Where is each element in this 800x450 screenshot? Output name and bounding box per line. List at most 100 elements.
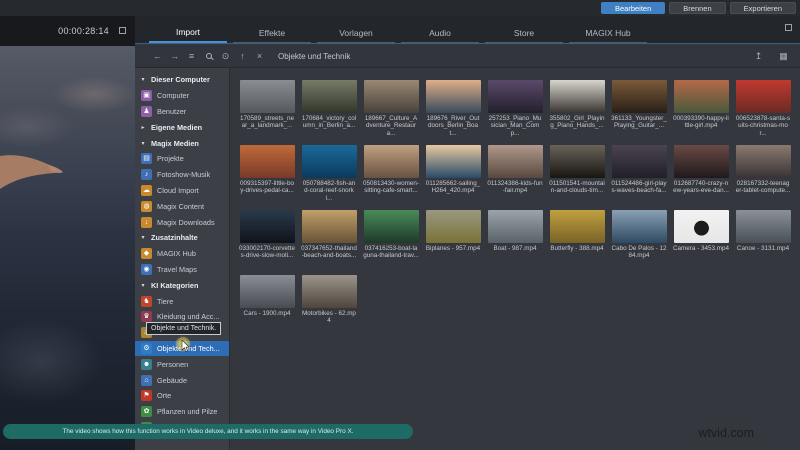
media-thumbnail[interactable] bbox=[301, 145, 357, 178]
media-thumbnail[interactable] bbox=[363, 145, 419, 178]
media-thumbnail[interactable] bbox=[425, 80, 481, 113]
media-thumbnail[interactable] bbox=[673, 145, 729, 178]
import-icon[interactable]: ↥ bbox=[750, 51, 767, 62]
tree-item-geb-ude[interactable]: ⌂ Gebäude bbox=[135, 372, 229, 388]
tab-effekte[interactable]: Effekte bbox=[233, 28, 311, 43]
tree-item-cloud-import[interactable]: ☁ Cloud Import bbox=[135, 183, 229, 199]
brennen-button[interactable]: Brennen bbox=[669, 2, 726, 14]
media-thumbnail[interactable] bbox=[239, 80, 295, 113]
media-thumbnail[interactable] bbox=[673, 210, 729, 243]
tree-item-tiere[interactable]: ♞ Tiere bbox=[135, 293, 229, 309]
search-icon[interactable] bbox=[200, 51, 217, 61]
media-filename: 011324386-kids-fun-fair.mp4 bbox=[487, 180, 543, 195]
media-item[interactable]: Camera - 3453.mp4 bbox=[670, 210, 732, 275]
tree-item-computer[interactable]: ▣ Computer bbox=[135, 88, 229, 104]
tab-vorlagen[interactable]: Vorlagen bbox=[317, 28, 395, 43]
tab-store[interactable]: Store bbox=[485, 28, 563, 43]
media-item[interactable]: 257253_Piano_Musician_Man_Comp... bbox=[484, 80, 546, 145]
grid-view-icon[interactable]: ▦ bbox=[775, 51, 792, 62]
media-thumbnail[interactable] bbox=[301, 275, 357, 308]
media-item[interactable]: Cabo De Palos - 1284.mp4 bbox=[608, 210, 670, 275]
media-item[interactable]: 006523878-santa-suits-christmas-mor... bbox=[732, 80, 794, 145]
media-item[interactable]: 050813430-women-sitting-cafe-smart... bbox=[360, 145, 422, 210]
media-thumbnail[interactable] bbox=[487, 210, 543, 243]
media-item[interactable]: 000393390-happy-little-girl.mp4 bbox=[670, 80, 732, 145]
tree-header-zusatzinhalte[interactable]: ▾ Zusatzinhalte bbox=[135, 230, 229, 246]
media-item[interactable]: Cars - 1900.mp4 bbox=[236, 275, 298, 340]
media-thumbnail[interactable] bbox=[425, 210, 481, 243]
media-item[interactable]: Canoe - 3131.mp4 bbox=[732, 210, 794, 275]
tree-item-benutzer[interactable]: ♟ Benutzer bbox=[135, 104, 229, 120]
media-thumbnail[interactable] bbox=[487, 145, 543, 178]
tree-header-ki-kategorien[interactable]: ▾ KI Kategorien bbox=[135, 277, 229, 293]
tree-item-pflanzen-und-pilze[interactable]: ✿ Pflanzen und Pilze bbox=[135, 404, 229, 420]
media-thumbnail[interactable] bbox=[363, 80, 419, 113]
media-thumbnail[interactable] bbox=[673, 80, 729, 113]
media-item[interactable]: 011524486-girl-plays-waves-beach-fa... bbox=[608, 145, 670, 210]
media-thumbnail[interactable] bbox=[425, 145, 481, 178]
close-icon[interactable]: × bbox=[251, 51, 268, 61]
tab-audio[interactable]: Audio bbox=[401, 28, 479, 43]
tree-item-magix-hub[interactable]: ◆ MAGIX Hub bbox=[135, 246, 229, 262]
tree-item-projekte[interactable]: ▤ Projekte bbox=[135, 151, 229, 167]
media-thumbnail[interactable] bbox=[735, 210, 791, 243]
media-item[interactable]: 189676_River_Outdoors_Berlin_Boat... bbox=[422, 80, 484, 145]
media-thumbnail[interactable] bbox=[549, 145, 605, 178]
media-item[interactable]: Motorbikes - 62.mp4 bbox=[298, 275, 360, 340]
media-item[interactable]: 170684_victory_column_in_Berlin_a... bbox=[298, 80, 360, 145]
tree-header-dieser-computer[interactable]: ▾ Dieser Computer bbox=[135, 72, 229, 88]
objects-icon: ⚙ bbox=[141, 342, 152, 354]
bearbeiten-button[interactable]: Bearbeiten bbox=[601, 2, 666, 14]
stop-icon[interactable] bbox=[119, 27, 126, 34]
media-item[interactable]: 037347652-thailand-beach-and-boats... bbox=[298, 210, 360, 275]
up-icon[interactable]: ↑ bbox=[234, 51, 251, 61]
media-thumbnail[interactable] bbox=[487, 80, 543, 113]
media-item[interactable]: 170589_streets_near_a_landmark_... bbox=[236, 80, 298, 145]
media-item[interactable]: 012687740-crazy-new-years-eve-dan... bbox=[670, 145, 732, 210]
options-icon[interactable]: ⊙ bbox=[217, 51, 234, 62]
media-item[interactable]: 189667_Culture_Adventure_Restaura... bbox=[360, 80, 422, 145]
undock-window-icon[interactable] bbox=[785, 24, 792, 31]
tab-magix-hub[interactable]: MAGIX Hub bbox=[569, 28, 647, 43]
back-icon[interactable]: ← bbox=[149, 51, 166, 61]
media-item[interactable]: 011285662-sailing_H264_420.mp4 bbox=[422, 145, 484, 210]
tree-item-magix-content[interactable]: ◍ Magix Content bbox=[135, 198, 229, 214]
media-thumbnail[interactable] bbox=[301, 80, 357, 113]
tree-header-eigene-medien[interactable]: ▸ Eigene Medien bbox=[135, 119, 229, 135]
tree-header-magix-medien[interactable]: ▾ Magix Medien bbox=[135, 135, 229, 151]
media-item[interactable]: 011324386-kids-fun-fair.mp4 bbox=[484, 145, 546, 210]
list-icon[interactable]: ≡ bbox=[183, 51, 200, 61]
tree-item-travel-maps[interactable]: ◉ Travel Maps bbox=[135, 262, 229, 278]
forward-icon[interactable]: → bbox=[166, 51, 183, 61]
media-item[interactable]: Boat - 987.mp4 bbox=[484, 210, 546, 275]
media-thumbnail[interactable] bbox=[239, 210, 295, 243]
tree-item-magix-downloads[interactable]: ↓ Magix Downloads bbox=[135, 214, 229, 230]
chevron-icon: ▾ bbox=[141, 140, 145, 147]
media-thumbnail[interactable] bbox=[735, 80, 791, 113]
media-thumbnail[interactable] bbox=[239, 275, 295, 308]
media-thumbnail[interactable] bbox=[611, 80, 667, 113]
media-item[interactable]: Biplanes - 957.mp4 bbox=[422, 210, 484, 275]
tree-item-fotoshow-musik[interactable]: ♪ Fotoshow-Musik bbox=[135, 167, 229, 183]
media-item[interactable]: 037416253-boat-laguna-thailand-trav... bbox=[360, 210, 422, 275]
media-item[interactable]: 050788482-fish-and-coral-reef-snorkl... bbox=[298, 145, 360, 210]
media-thumbnail[interactable] bbox=[363, 210, 419, 243]
media-item[interactable]: 361133_Youngster_Playing_Guitar_... bbox=[608, 80, 670, 145]
media-thumbnail[interactable] bbox=[239, 145, 295, 178]
media-thumbnail[interactable] bbox=[549, 210, 605, 243]
media-thumbnail[interactable] bbox=[611, 210, 667, 243]
tree-item-orte[interactable]: ⚑ Orte bbox=[135, 388, 229, 404]
media-item[interactable]: 033002170-corvettes-drive-slow-moti... bbox=[236, 210, 298, 275]
media-thumbnail[interactable] bbox=[549, 80, 605, 113]
media-thumbnail[interactable] bbox=[301, 210, 357, 243]
media-thumbnail[interactable] bbox=[735, 145, 791, 178]
media-item[interactable]: 355802_Girl_Playing_Piano_Hands_... bbox=[546, 80, 608, 145]
media-item[interactable]: 009315397-little-boy-drives-pedal-ca... bbox=[236, 145, 298, 210]
media-item[interactable]: Butterfly - 388.mp4 bbox=[546, 210, 608, 275]
exportieren-button[interactable]: Exportieren bbox=[729, 2, 796, 14]
media-thumbnail[interactable] bbox=[611, 145, 667, 178]
media-item[interactable]: 028167332-teenager-tablet-compute... bbox=[732, 145, 794, 210]
media-item[interactable]: 011501541-mountain-and-clouds-tim... bbox=[546, 145, 608, 210]
tab-import[interactable]: Import bbox=[149, 27, 227, 43]
tree-item-personen[interactable]: ☻ Personen bbox=[135, 356, 229, 372]
